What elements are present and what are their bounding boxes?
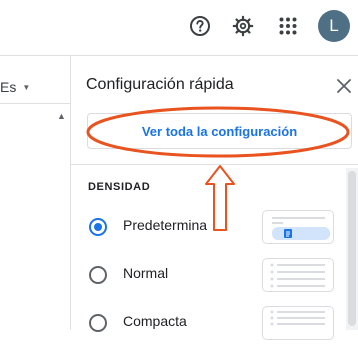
scrollbar-thumb[interactable] [348,171,356,326]
density-option-normal[interactable]: Normal [71,254,358,298]
quick-settings-panel: Configuración rápida Ver toda la configu… [71,56,358,340]
see-all-settings-button[interactable]: Ver toda la configuración [87,113,352,149]
top-bar: L [0,0,358,56]
scroll-up-icon[interactable]: ▲ [57,111,66,121]
density-default-thumbnail [262,210,334,244]
density-option-compact[interactable]: Compacta [71,302,358,346]
density-compact-thumbnail [262,306,334,340]
gear-icon[interactable] [232,15,254,37]
close-icon [337,79,351,93]
see-all-settings-label: Ver toda la configuración [141,123,298,139]
avatar-initial: L [329,16,339,35]
language-selector[interactable]: Es ▼ [0,79,30,95]
radio-button[interactable] [89,266,107,284]
panel-title: Configuración rápida [86,76,234,93]
radio-button-checked[interactable] [89,218,107,236]
option-label: Normal [123,265,169,281]
language-selector-label: Es [0,79,17,95]
density-section-title: DENSIDAD [88,181,151,193]
left-divider [0,103,70,104]
panel-divider [71,164,358,165]
density-option-default[interactable]: Predetermina [71,206,358,250]
left-column [0,56,71,330]
option-label: Compacta [123,313,187,329]
option-label: Predetermina [123,217,208,233]
apps-grid-icon[interactable] [277,15,299,37]
close-button[interactable] [335,77,353,95]
radio-button[interactable] [89,314,107,332]
density-normal-thumbnail [262,258,334,292]
avatar[interactable]: L [318,10,350,42]
help-icon[interactable] [189,15,211,37]
chevron-down-icon: ▼ [22,82,31,92]
